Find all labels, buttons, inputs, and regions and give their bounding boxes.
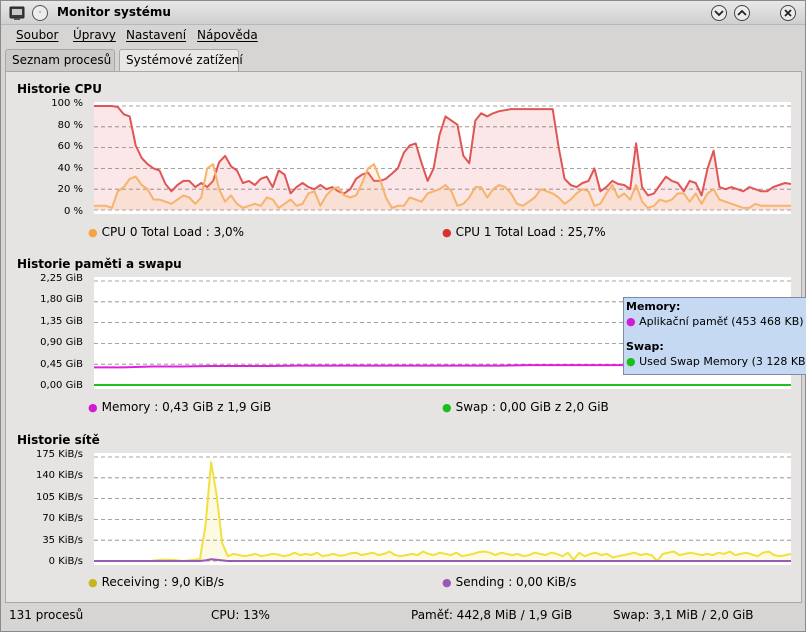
menu-bar: Soubor Úpravy Nastavení Nápověda xyxy=(1,26,805,47)
cpu-y-tick: 40 % xyxy=(57,163,83,174)
menu-help[interactable]: Nápověda xyxy=(197,28,258,42)
cpu-y-tick: 20 % xyxy=(57,184,83,195)
window-title: Monitor systému xyxy=(57,5,171,19)
cpu0-legend: ● CPU 0 Total Load : 3,0% xyxy=(88,225,244,239)
cpu-history-graph xyxy=(94,102,791,214)
sending-legend: ● Sending : 0,00 KiB/s xyxy=(442,575,576,589)
menu-edit[interactable]: Úpravy xyxy=(73,28,116,42)
cpu0-legend-dot: ● xyxy=(88,226,98,239)
memory-legend-label: Memory : 0,43 GiB z 1,9 GiB xyxy=(101,400,272,414)
tooltip-memory-heading: Memory: xyxy=(626,300,681,313)
window-menu-button[interactable]: · xyxy=(32,5,48,21)
terminal-monitor-icon xyxy=(9,6,25,20)
tooltip-swap-row: ● Used Swap Memory (3 128 KB) xyxy=(626,355,806,368)
tooltip-memory-value: Aplikační paměť (453 468 KB) xyxy=(639,315,804,328)
tooltip-memory-row: ● Aplikační paměť (453 468 KB) xyxy=(626,315,804,328)
close-button[interactable] xyxy=(780,5,796,21)
cpu1-legend: ● CPU 1 Total Load : 25,7% xyxy=(442,225,606,239)
chevron-down-icon xyxy=(714,10,724,17)
tooltip-memory-dot: ● xyxy=(626,315,636,328)
cpu1-legend-dot: ● xyxy=(442,226,452,239)
status-swap: Swap: 3,1 MiB / 2,0 GiB xyxy=(613,608,754,622)
network-history-title: Historie sítě xyxy=(17,433,100,447)
memory-y-tick: 0,00 GiB xyxy=(40,380,83,391)
memory-y-tick: 0,90 GiB xyxy=(40,337,83,348)
network-history-graph xyxy=(94,453,791,565)
network-y-tick: 105 KiB/s xyxy=(35,492,83,503)
network-y-tick: 70 KiB/s xyxy=(42,513,83,524)
cpu-y-tick: 100 % xyxy=(51,98,83,109)
memory-legend: ● Memory : 0,43 GiB z 1,9 GiB xyxy=(88,400,271,414)
status-process-count: 131 procesů xyxy=(9,608,84,622)
maximize-button[interactable] xyxy=(734,5,750,21)
network-series-area-0 xyxy=(94,462,791,561)
swap-legend: ● Swap : 0,00 GiB z 2,0 GiB xyxy=(442,400,609,414)
tooltip-swap-value: Used Swap Memory (3 128 KB) xyxy=(639,355,806,368)
status-memory: Paměť: 442,8 MiB / 1,9 GiB xyxy=(411,608,573,622)
title-bar[interactable]: · Monitor systému xyxy=(1,1,805,25)
receiving-legend-label: Receiving : 9,0 KiB/s xyxy=(101,575,225,589)
minimize-button[interactable] xyxy=(711,5,727,21)
menu-file[interactable]: Soubor xyxy=(16,28,58,42)
memory-y-tick: 0,45 GiB xyxy=(40,359,83,370)
network-series-line-0 xyxy=(94,461,791,562)
chevron-up-icon xyxy=(737,9,747,16)
tooltip-swap-dot: ● xyxy=(626,355,636,368)
status-cpu: CPU: 13% xyxy=(211,608,270,622)
close-icon xyxy=(784,9,792,17)
system-monitor-window: · Monitor systému Soubor Úpravy Nastaven… xyxy=(0,0,806,632)
memory-tooltip: Memory: ● Aplikační paměť (453 468 KB) S… xyxy=(623,297,806,375)
swap-legend-label: Swap : 0,00 GiB z 2,0 GiB xyxy=(455,400,609,414)
sending-legend-dot: ● xyxy=(442,576,452,589)
memory-y-tick: 2,25 GiB xyxy=(40,273,83,284)
memory-history-title: Historie paměti a swapu xyxy=(17,257,182,271)
memory-legend-dot: ● xyxy=(88,401,98,414)
network-y-tick: 140 KiB/s xyxy=(35,470,83,481)
cpu-y-tick: 60 % xyxy=(57,141,83,152)
receiving-legend-dot: ● xyxy=(88,576,98,589)
network-y-tick: 175 KiB/s xyxy=(35,449,83,460)
menu-settings[interactable]: Nastavení xyxy=(126,28,186,42)
cpu-history-title: Historie CPU xyxy=(17,82,102,96)
cpu1-legend-label: CPU 1 Total Load : 25,7% xyxy=(455,225,606,239)
receiving-legend: ● Receiving : 9,0 KiB/s xyxy=(88,575,224,589)
cpu-y-tick: 0 % xyxy=(63,206,83,217)
sending-legend-label: Sending : 0,00 KiB/s xyxy=(455,575,577,589)
memory-y-tick: 1,80 GiB xyxy=(40,294,83,305)
network-y-tick: 35 KiB/s xyxy=(42,535,83,546)
network-y-tick: 0 KiB/s xyxy=(48,556,83,567)
swap-legend-dot: ● xyxy=(442,401,452,414)
tab-process-list[interactable]: Seznam procesů xyxy=(5,49,115,71)
tooltip-swap-heading: Swap: xyxy=(626,340,664,353)
memory-y-tick: 1,35 GiB xyxy=(40,316,83,327)
cpu0-legend-label: CPU 0 Total Load : 3,0% xyxy=(101,225,245,239)
tab-system-load[interactable]: Systémové zatížení xyxy=(119,49,243,72)
cpu-y-tick: 80 % xyxy=(57,120,83,131)
status-bar: 131 procesů CPU: 13% Paměť: 442,8 MiB / … xyxy=(1,605,805,627)
